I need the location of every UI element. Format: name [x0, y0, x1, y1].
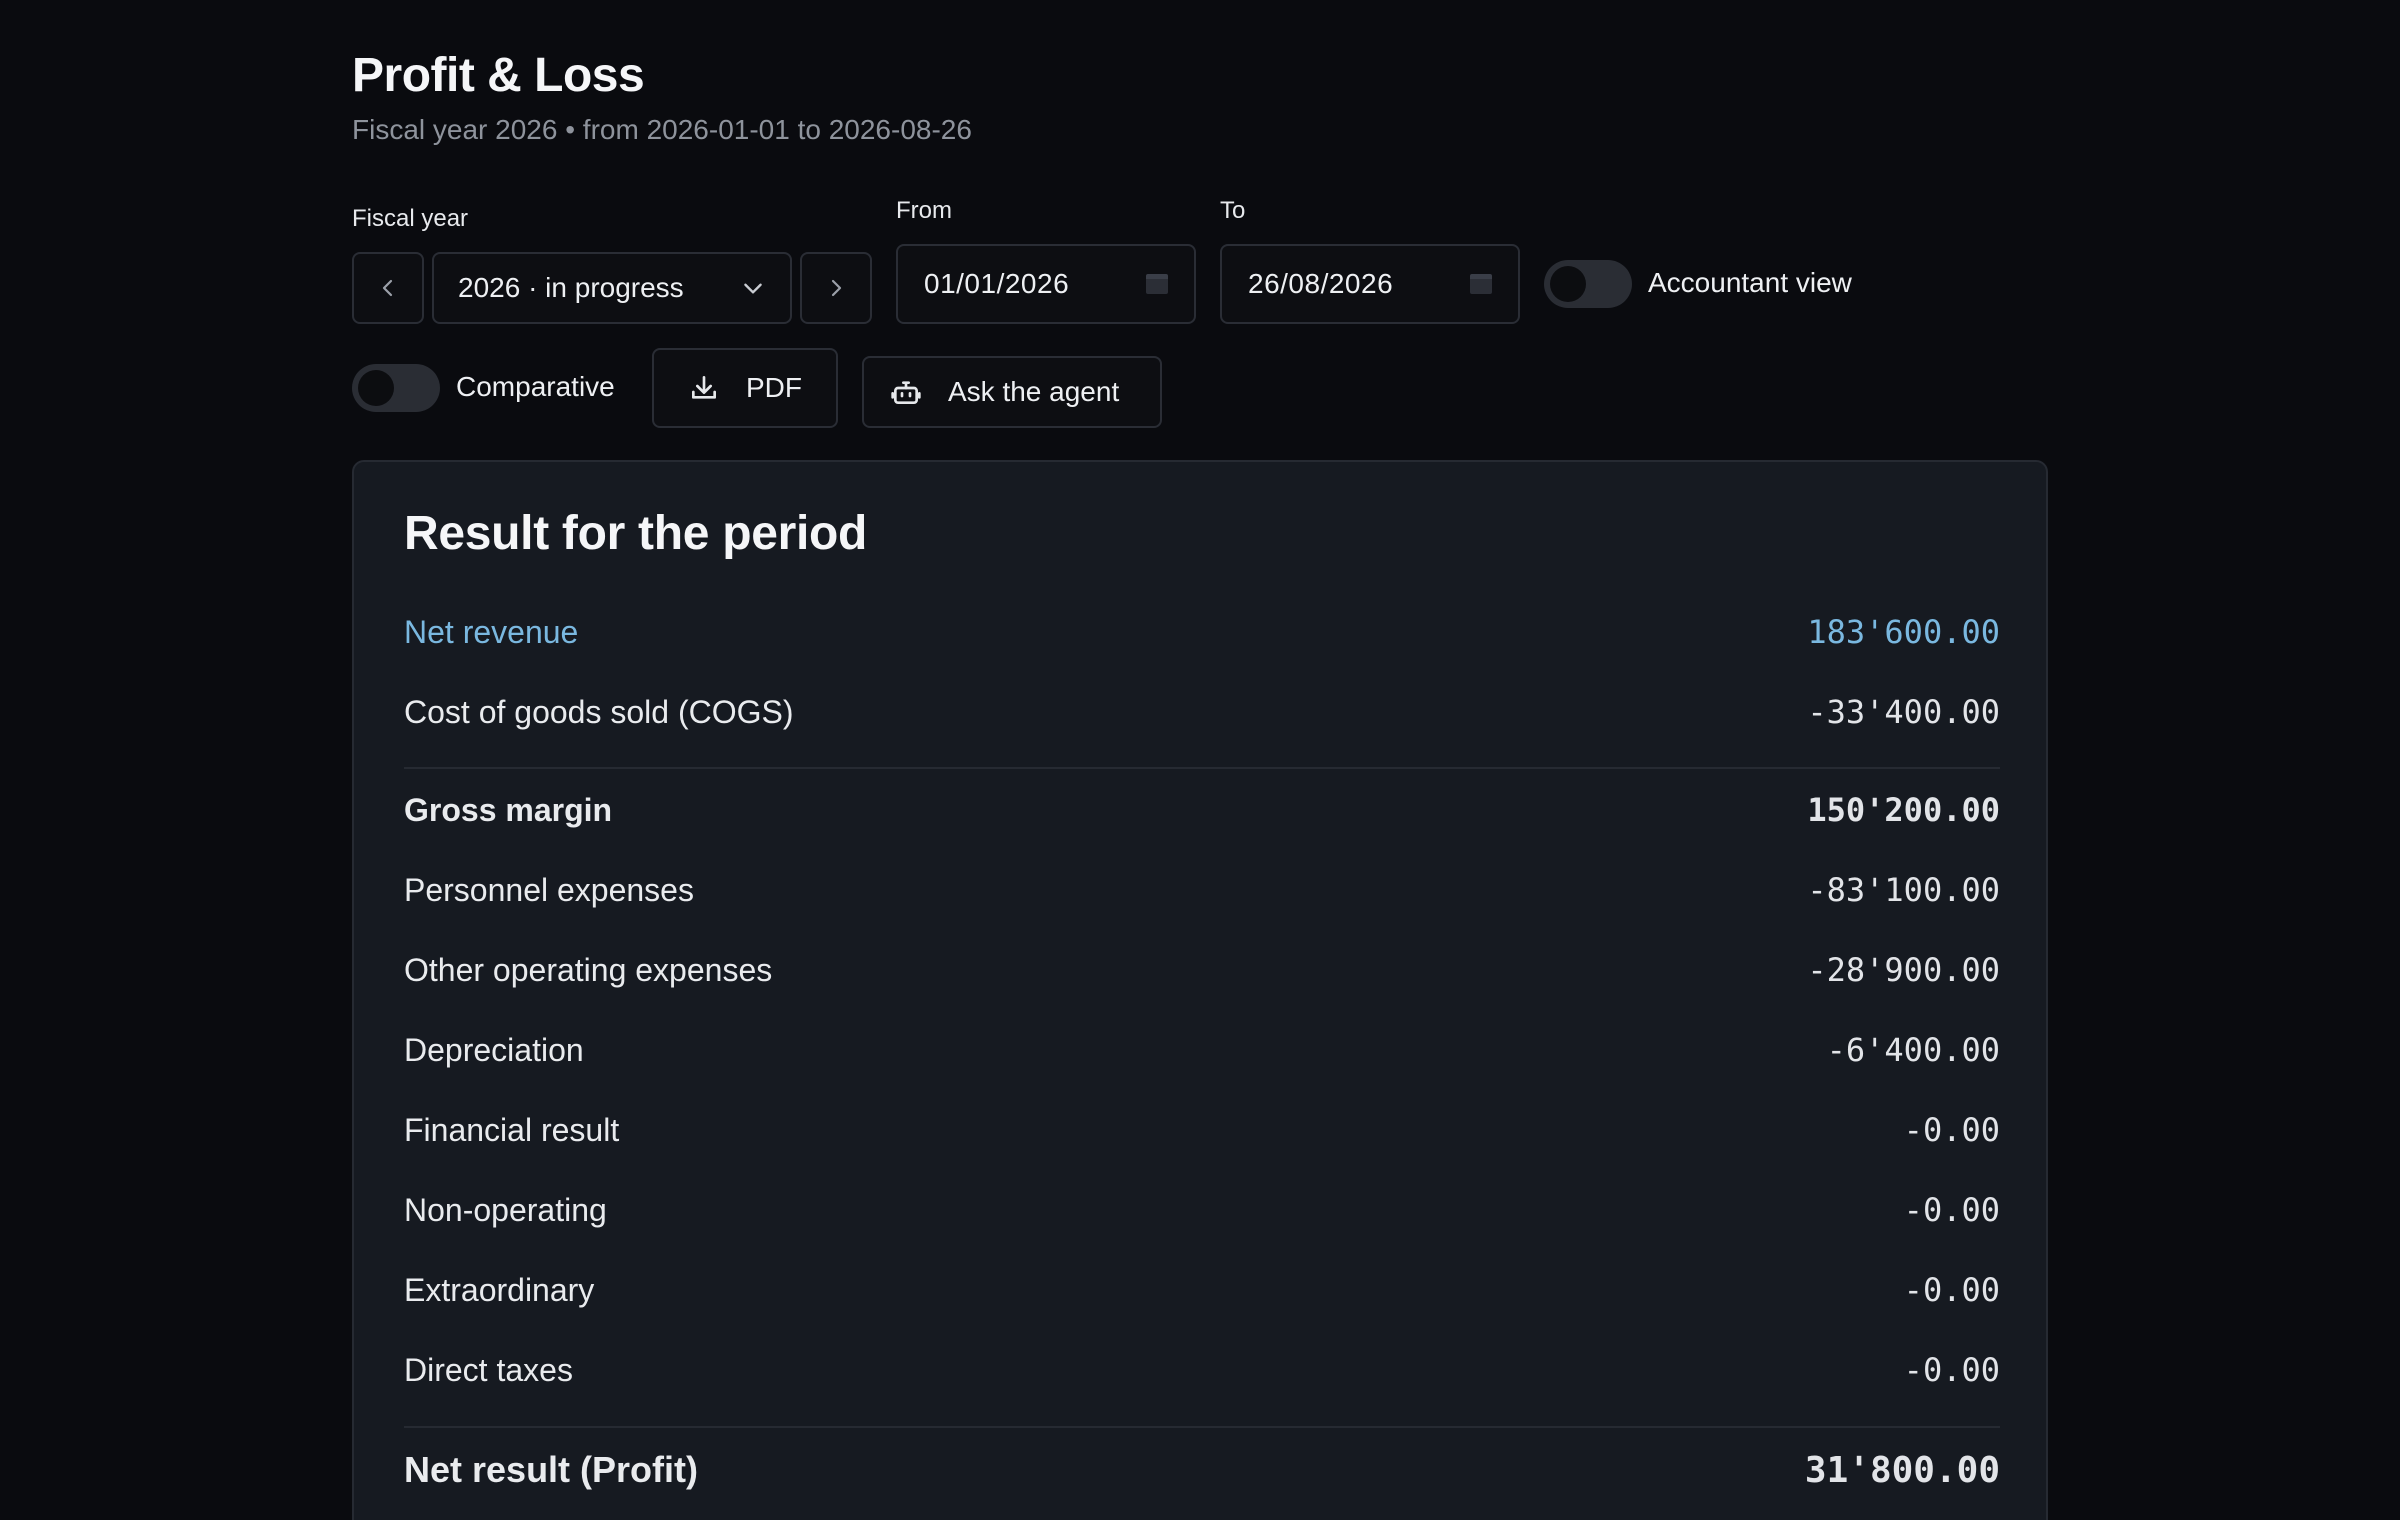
calendar-icon[interactable]	[1470, 274, 1492, 294]
pdf-button-label: PDF	[746, 372, 802, 403]
row-label: Gross margin	[404, 791, 613, 828]
next-year-button[interactable]	[800, 252, 872, 324]
row-value: 183'600.00	[1807, 613, 2000, 651]
to-label: To	[1220, 197, 1246, 224]
row-label: Direct taxes	[404, 1351, 573, 1388]
row-value: -83'100.00	[1807, 871, 2000, 909]
page: Profit & Loss Fiscal year 2026 • from 20…	[0, 0, 2400, 1520]
page-subtitle: Fiscal year 2026 • from 2026-01-01 to 20…	[352, 114, 972, 145]
toggle-knob	[358, 370, 394, 406]
download-icon	[692, 376, 716, 399]
to-date-value: 26/08/2026	[1248, 268, 1394, 299]
ask-agent-button[interactable]: Ask the agent	[862, 356, 1162, 428]
fiscal-year-label: Fiscal year	[352, 205, 469, 232]
row-label: Personnel expenses	[404, 871, 694, 908]
comparative-toggle[interactable]	[352, 364, 440, 412]
row-value: 150'200.00	[1807, 791, 2000, 829]
row-value: 31'800.00	[1804, 1449, 2000, 1491]
result-card: Result for the period Net revenue 183'60…	[352, 460, 2048, 1520]
pl-row-other-operating: Other operating expenses -28'900.00	[404, 930, 2000, 1010]
chevron-down-icon	[744, 283, 762, 294]
from-date-input[interactable]: 01/01/2026	[896, 244, 1196, 324]
pl-row-financial: Financial result -0.00	[404, 1090, 2000, 1170]
row-label: Cost of goods sold (COGS)	[404, 693, 794, 730]
row-label: Financial result	[404, 1111, 620, 1148]
fiscal-year-select[interactable]: 2026 · in progress	[432, 252, 792, 324]
row-label: Other operating expenses	[404, 951, 773, 988]
pl-row-direct-taxes: Direct taxes -0.00	[404, 1330, 2000, 1410]
pl-row-net-revenue: Net revenue 183'600.00	[404, 592, 2000, 672]
fiscal-year-value: 2026 · in progress	[458, 272, 684, 303]
pl-row-depreciation: Depreciation -6'400.00	[404, 1010, 2000, 1090]
row-label: Non-operating	[404, 1191, 607, 1228]
row-value: -0.00	[1903, 1351, 2000, 1389]
pl-row-gross-margin: Gross margin 150'200.00	[404, 770, 2000, 850]
pl-row-non-operating: Non-operating -0.00	[404, 1170, 2000, 1250]
pdf-export-button[interactable]: PDF	[652, 348, 838, 428]
chevron-right-icon	[831, 279, 842, 297]
row-value: -6'400.00	[1826, 1031, 2000, 1069]
row-value: -33'400.00	[1807, 693, 2000, 731]
ask-agent-label: Ask the agent	[948, 376, 1120, 407]
prev-year-button[interactable]	[352, 252, 424, 324]
pl-row-cogs: Cost of goods sold (COGS) -33'400.00	[404, 672, 2000, 752]
robot-icon	[891, 381, 921, 404]
row-label: Net revenue	[404, 613, 579, 650]
toggle-knob	[1550, 266, 1586, 302]
row-value: -0.00	[1903, 1111, 2000, 1149]
pl-row-net-result: Net result (Profit) 31'800.00	[404, 1430, 2000, 1510]
page-title: Profit & Loss	[352, 49, 645, 102]
row-divider	[404, 1426, 2000, 1428]
card-title: Result for the period	[404, 507, 868, 560]
pl-row-extraordinary: Extraordinary -0.00	[404, 1250, 2000, 1330]
row-value: -0.00	[1903, 1191, 2000, 1229]
pl-row-personnel: Personnel expenses -83'100.00	[404, 850, 2000, 930]
to-date-input[interactable]: 26/08/2026	[1220, 244, 1520, 324]
row-divider	[404, 767, 2000, 769]
from-date-value: 01/01/2026	[924, 268, 1070, 299]
row-value: -28'900.00	[1807, 951, 2000, 989]
accountant-view-label: Accountant view	[1648, 267, 1852, 298]
row-label: Extraordinary	[404, 1271, 595, 1308]
accountant-view-toggle[interactable]	[1544, 260, 1632, 308]
row-value: -0.00	[1903, 1271, 2000, 1309]
calendar-icon[interactable]	[1146, 274, 1168, 294]
comparative-label: Comparative	[456, 371, 615, 402]
row-label: Net result (Profit)	[404, 1449, 699, 1490]
row-label: Depreciation	[404, 1031, 584, 1068]
chevron-left-icon	[382, 279, 393, 297]
from-label: From	[896, 197, 952, 224]
